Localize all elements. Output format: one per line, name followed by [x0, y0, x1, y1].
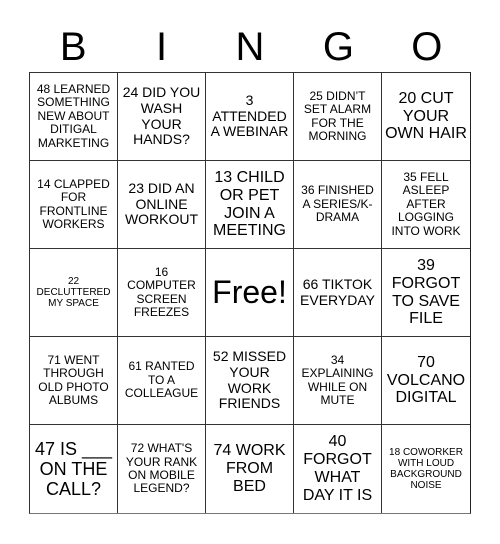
bingo-cell[interactable]: 18 COWORKER WITH LOUD BACKGROUND NOISE	[382, 425, 470, 513]
header-letter-g: G	[322, 25, 354, 69]
header-letter-i: I	[156, 25, 168, 69]
header-letter-b: B	[59, 25, 87, 69]
bingo-cell[interactable]: 66 TIKTOK EVERYDAY	[294, 249, 382, 337]
bingo-cell[interactable]: 13 CHILD OR PET JOIN A MEETING	[206, 161, 294, 249]
bingo-cell[interactable]: 3 ATTENDED A WEBINAR	[206, 73, 294, 161]
bingo-cell[interactable]: 52 MISSED YOUR WORK FRIENDS	[206, 337, 294, 425]
bingo-cell[interactable]: 70 VOLCANO DIGITAL	[382, 337, 470, 425]
bingo-cell[interactable]: 22 DECLUTTERED MY SPACE	[30, 249, 118, 337]
bingo-cell[interactable]: 47 IS ___ ON THE CALL?	[30, 425, 118, 513]
bingo-header: B I N G O	[29, 22, 471, 72]
bingo-cell[interactable]: 36 FINISHED A SERIES/K-DRAMA	[294, 161, 382, 249]
bingo-cell[interactable]: 72 WHAT'S YOUR RANK ON MOBILE LEGEND?	[118, 425, 206, 513]
free-space[interactable]: Free!	[206, 249, 294, 337]
bingo-cell[interactable]: 61 RANTED TO A COLLEAGUE	[118, 337, 206, 425]
bingo-cell[interactable]: 16 COMPUTER SCREEN FREEZES	[118, 249, 206, 337]
bingo-cell[interactable]: 35 FELL ASLEEP AFTER LOGGING INTO WORK	[382, 161, 470, 249]
bingo-cell[interactable]: 71 WENT THROUGH OLD PHOTO ALBUMS	[30, 337, 118, 425]
bingo-card: B I N G O 48 LEARNED SOMETHING NEW ABOUT…	[0, 0, 500, 544]
bingo-cell[interactable]: 14 CLAPPED FOR FRONTLINE WORKERS	[30, 161, 118, 249]
bingo-cell[interactable]: 39 FORGOT TO SAVE FILE	[382, 249, 470, 337]
bingo-cell[interactable]: 20 CUT YOUR OWN HAIR	[382, 73, 470, 161]
bingo-cell[interactable]: 25 DIDN’T SET ALARM FOR THE MORNING	[294, 73, 382, 161]
bingo-cell[interactable]: 24 DID YOU WASH YOUR HANDS?	[118, 73, 206, 161]
header-letter-o: O	[411, 25, 443, 69]
header-letter-n: N	[235, 25, 265, 69]
bingo-cell[interactable]: 34 EXPLAINING WHILE ON MUTE	[294, 337, 382, 425]
bingo-cell[interactable]: 23 DID AN ONLINE WORKOUT	[118, 161, 206, 249]
bingo-cell[interactable]: 40 FORGOT WHAT DAY IT IS	[294, 425, 382, 513]
bingo-grid: 48 LEARNED SOMETHING NEW ABOUT DITIGAL M…	[29, 72, 471, 514]
bingo-cell[interactable]: 74 WORK FROM BED	[206, 425, 294, 513]
bingo-cell[interactable]: 48 LEARNED SOMETHING NEW ABOUT DITIGAL M…	[30, 73, 118, 161]
